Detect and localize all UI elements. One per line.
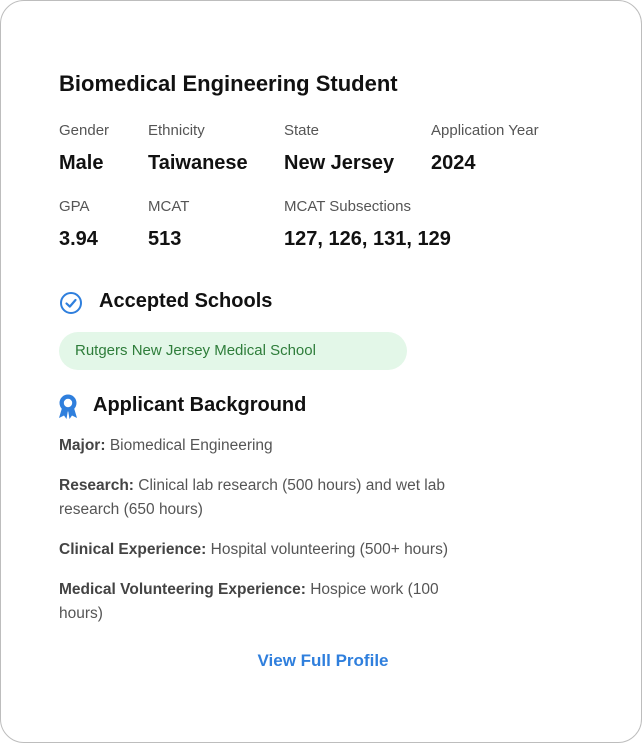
applicant-card: Biomedical Engineering Student Gender Ma… bbox=[0, 0, 642, 743]
application-year-label: Application Year bbox=[431, 122, 539, 139]
application-year-value: 2024 bbox=[431, 152, 476, 174]
accepted-school-badge: Rutgers New Jersey Medical School bbox=[59, 332, 407, 370]
clinical-experience-label: Clinical Experience: bbox=[59, 541, 207, 558]
applicant-background-heading: Applicant Background bbox=[93, 394, 307, 416]
check-circle-icon bbox=[60, 292, 82, 314]
gpa-label: GPA bbox=[59, 198, 90, 215]
gender-value: Male bbox=[59, 152, 104, 174]
card-title: Biomedical Engineering Student bbox=[59, 71, 398, 96]
medical-volunteering-label: Medical Volunteering Experience: bbox=[59, 581, 306, 598]
gender-label: Gender bbox=[59, 122, 110, 139]
major-line: Major: Biomedical Engineering bbox=[59, 434, 479, 458]
mcat-value: 513 bbox=[148, 228, 182, 250]
major-value: Biomedical Engineering bbox=[109, 437, 273, 454]
clinical-experience-value: Hospital volunteering (500+ hours) bbox=[210, 541, 448, 558]
research-label: Research: bbox=[59, 477, 134, 494]
research-line: Research: Clinical lab research (500 hou… bbox=[59, 474, 479, 522]
clinical-experience-line: Clinical Experience: Hospital volunteeri… bbox=[59, 538, 479, 562]
view-full-profile-link[interactable]: View Full Profile bbox=[1, 651, 644, 671]
mcat-subsections-label: MCAT Subsections bbox=[284, 198, 411, 215]
award-ribbon-icon bbox=[59, 394, 77, 419]
state-value: New Jersey bbox=[284, 152, 395, 174]
mcat-subsections-value: 127, 126, 131, 129 bbox=[284, 228, 451, 250]
mcat-label: MCAT bbox=[148, 198, 190, 215]
accepted-schools-heading: Accepted Schools bbox=[99, 290, 273, 312]
major-label: Major: bbox=[59, 437, 106, 454]
ethnicity-value: Taiwanese bbox=[148, 152, 248, 174]
gpa-value: 3.94 bbox=[59, 228, 98, 250]
state-label: State bbox=[284, 122, 320, 139]
ethnicity-label: Ethnicity bbox=[148, 122, 205, 139]
medical-volunteering-line: Medical Volunteering Experience: Hospice… bbox=[59, 578, 479, 626]
